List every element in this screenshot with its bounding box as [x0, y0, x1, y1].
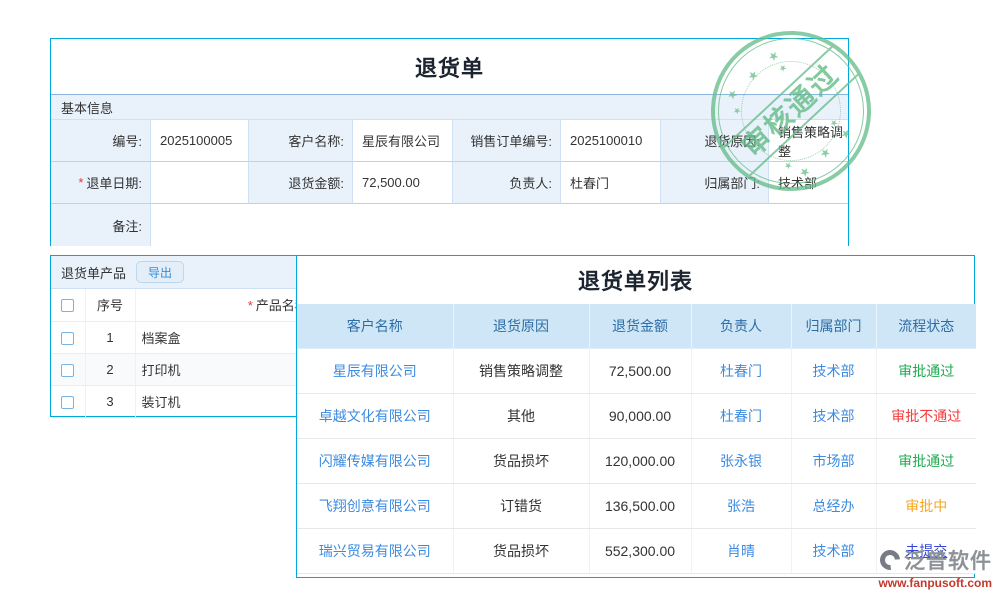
return-order-list-table: 客户名称 退货原因 退货金额 负责人 归属部门 流程状态 星辰有限公司 销售策略…	[297, 304, 976, 574]
list-row: 星辰有限公司 销售策略调整 72,500.00 杜春门 技术部 审批通过	[297, 348, 976, 393]
products-title: 退货单产品	[61, 263, 126, 282]
status-badge: 审批中	[876, 483, 976, 528]
owner-cell[interactable]: 杜春门	[691, 348, 791, 393]
select-all-cell	[51, 289, 85, 321]
department-field[interactable]: 技术部	[769, 162, 848, 204]
fanpu-logo-icon	[876, 546, 904, 574]
required-asterisk: *	[78, 175, 83, 190]
label-return-date: * 退单日期:	[51, 162, 151, 204]
form-row-1: 编号: 2025100005 客户名称: 星辰有限公司 销售订单编号: 2025…	[51, 120, 848, 162]
required-asterisk: *	[248, 298, 253, 313]
brand-name: 泛普软件	[904, 545, 992, 575]
reason-cell: 销售策略调整	[453, 348, 589, 393]
department-cell[interactable]: 技术部	[791, 393, 876, 438]
row-check-cell	[51, 385, 85, 417]
label-department: 归属部门:	[661, 162, 769, 204]
amount-cell: 552,300.00	[589, 528, 691, 573]
list-title: 退货单列表	[297, 256, 974, 304]
sales-order-number-field[interactable]: 2025100010	[561, 120, 661, 162]
customer-field[interactable]: 星辰有限公司	[353, 120, 453, 162]
col-header-amount: 退货金额	[589, 304, 691, 348]
owner-cell[interactable]: 肖晴	[691, 528, 791, 573]
col-header-no: 序号	[85, 289, 135, 321]
reason-cell: 订错货	[453, 483, 589, 528]
col-header-owner: 负责人	[691, 304, 791, 348]
row-checkbox[interactable]	[61, 396, 74, 409]
select-all-checkbox[interactable]	[61, 299, 74, 312]
label-remark: 备注:	[51, 204, 151, 246]
form-grid: 编号: 2025100005 客户名称: 星辰有限公司 销售订单编号: 2025…	[51, 120, 848, 246]
product-no: 3	[85, 385, 135, 417]
brand-url: www.fanpusoft.com	[878, 576, 992, 590]
status-badge: 审批通过	[876, 348, 976, 393]
form-title: 退货单	[51, 39, 848, 94]
label-return-reason: 退货原因:	[661, 120, 769, 162]
amount-cell: 90,000.00	[589, 393, 691, 438]
customer-link[interactable]: 星辰有限公司	[297, 348, 453, 393]
label-sales-order-number: 销售订单编号:	[453, 120, 561, 162]
row-checkbox[interactable]	[61, 364, 74, 377]
reason-cell: 货品损坏	[453, 528, 589, 573]
owner-cell[interactable]: 张永银	[691, 438, 791, 483]
owner-cell[interactable]: 张浩	[691, 483, 791, 528]
col-header-department: 归属部门	[791, 304, 876, 348]
section-basic-info: 基本信息	[51, 94, 848, 120]
return-amount-field[interactable]: 72,500.00	[353, 162, 453, 204]
department-cell[interactable]: 市场部	[791, 438, 876, 483]
return-date-label-text: 退单日期:	[86, 173, 142, 192]
owner-cell[interactable]: 杜春门	[691, 393, 791, 438]
page: { "colors": { "panel_border": "#00a8dc",…	[0, 0, 1000, 600]
list-row: 飞翔创意有限公司 订错货 136,500.00 张浩 总经办 审批中	[297, 483, 976, 528]
brand-watermark: 泛普软件 www.fanpusoft.com	[878, 545, 992, 590]
brand-row: 泛普软件	[878, 545, 992, 575]
list-header-row: 客户名称 退货原因 退货金额 负责人 归属部门 流程状态	[297, 304, 976, 348]
row-check-cell	[51, 321, 85, 353]
return-date-field[interactable]	[151, 162, 249, 204]
amount-cell: 120,000.00	[589, 438, 691, 483]
row-checkbox[interactable]	[61, 332, 74, 345]
col-header-status: 流程状态	[876, 304, 976, 348]
col-header-customer: 客户名称	[297, 304, 453, 348]
amount-cell: 72,500.00	[589, 348, 691, 393]
return-reason-field[interactable]: 销售策略调整	[769, 120, 848, 162]
amount-cell: 136,500.00	[589, 483, 691, 528]
customer-link[interactable]: 卓越文化有限公司	[297, 393, 453, 438]
number-field[interactable]: 2025100005	[151, 120, 249, 162]
department-cell[interactable]: 技术部	[791, 348, 876, 393]
form-row-2: * 退单日期: 退货金额: 72,500.00 负责人: 杜春门 归属部门: 技…	[51, 162, 848, 204]
list-row: 瑞兴贸易有限公司 货品损坏 552,300.00 肖晴 技术部 未提交	[297, 528, 976, 573]
label-number: 编号:	[51, 120, 151, 162]
owner-field[interactable]: 杜春门	[561, 162, 661, 204]
label-customer: 客户名称:	[249, 120, 353, 162]
customer-link[interactable]: 飞翔创意有限公司	[297, 483, 453, 528]
reason-cell: 货品损坏	[453, 438, 589, 483]
remark-field[interactable]	[151, 204, 848, 246]
form-row-3: 备注:	[51, 204, 848, 246]
customer-link[interactable]: 瑞兴贸易有限公司	[297, 528, 453, 573]
list-row: 闪耀传媒有限公司 货品损坏 120,000.00 张永银 市场部 审批通过	[297, 438, 976, 483]
reason-cell: 其他	[453, 393, 589, 438]
return-order-list-panel: 退货单列表 客户名称 退货原因 退货金额 负责人 归属部门 流程状态 星辰有限公…	[296, 255, 975, 578]
department-cell[interactable]: 技术部	[791, 528, 876, 573]
status-badge: 审批通过	[876, 438, 976, 483]
export-button[interactable]: 导出	[136, 261, 184, 283]
label-return-amount: 退货金额:	[249, 162, 353, 204]
product-no: 2	[85, 353, 135, 385]
list-row: 卓越文化有限公司 其他 90,000.00 杜春门 技术部 审批不通过	[297, 393, 976, 438]
label-owner: 负责人:	[453, 162, 561, 204]
return-order-form-panel: 退货单 基本信息 编号: 2025100005 客户名称: 星辰有限公司 销售订…	[50, 38, 849, 246]
status-badge: 审批不通过	[876, 393, 976, 438]
col-header-reason: 退货原因	[453, 304, 589, 348]
row-check-cell	[51, 353, 85, 385]
product-no: 1	[85, 321, 135, 353]
customer-link[interactable]: 闪耀传媒有限公司	[297, 438, 453, 483]
department-cell[interactable]: 总经办	[791, 483, 876, 528]
